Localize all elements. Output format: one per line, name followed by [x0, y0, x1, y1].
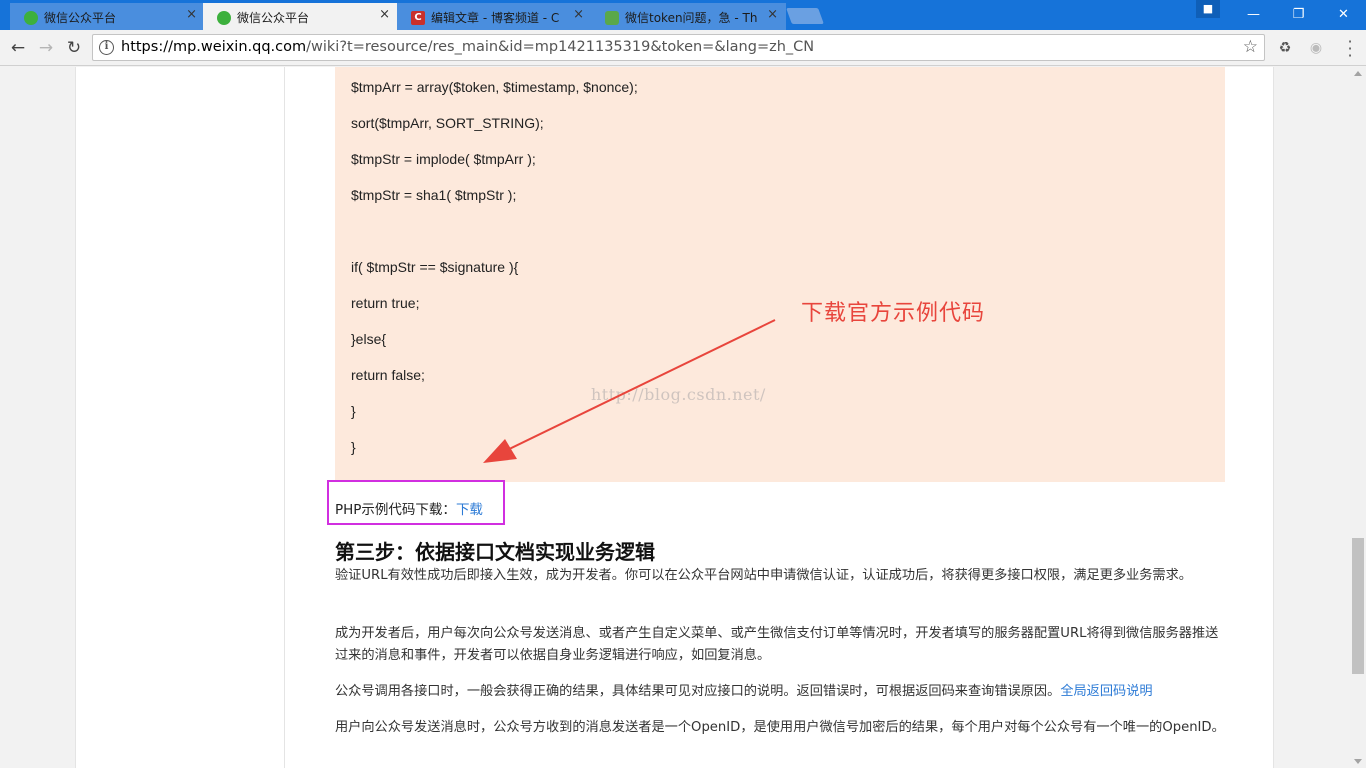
- code-line: }else{: [351, 331, 387, 347]
- forward-arrow-icon[interactable]: →: [34, 36, 58, 60]
- close-icon[interactable]: ×: [379, 8, 390, 22]
- paragraph-1: 验证URL有效性成功后即接入生效，成为开发者。你可以在公众平台网站中申请微信认证…: [335, 568, 1192, 583]
- tab-title: 编辑文章 - 博客频道 - C: [431, 11, 560, 25]
- new-tab-button[interactable]: [786, 8, 824, 24]
- code-line: $tmpArr = array($token, $timestamp, $non…: [351, 79, 638, 95]
- paragraph-2: 成为开发者后，用户每次向公众号发送消息、或者产生自定义菜单、或产生微信支付订单等…: [335, 626, 1219, 663]
- paragraph-4: 用户向公众号发送消息时，公众号方收到的消息发送者是一个OpenID，是使用用户微…: [335, 720, 1225, 735]
- paragraph-3-text: 公众号调用各接口时，一般会获得正确的结果，具体结果可见对应接口的说明。返回错误时…: [335, 684, 1061, 699]
- reload-icon[interactable]: ↻: [62, 36, 86, 60]
- tab-title: 微信token问题，急 - Th: [625, 11, 758, 25]
- vertical-scrollbar[interactable]: [1350, 67, 1366, 768]
- info-icon[interactable]: i: [99, 40, 114, 55]
- code-line: return false;: [351, 367, 425, 383]
- address-bar[interactable]: i https://mp.weixin.qq.com/wiki?t=resour…: [92, 34, 1265, 61]
- scroll-down-arrow-icon[interactable]: [1354, 759, 1362, 764]
- window-controls: — ❐ ✕: [1231, 0, 1366, 30]
- code-line: return true;: [351, 295, 420, 311]
- window-close-icon[interactable]: ✕: [1321, 0, 1366, 30]
- main-content: $tmpArr = array($token, $timestamp, $non…: [284, 67, 1274, 768]
- code-block: $tmpArr = array($token, $timestamp, $non…: [335, 67, 1225, 482]
- csdn-icon: C: [411, 10, 425, 25]
- close-icon[interactable]: ×: [186, 8, 197, 22]
- paragraph-3: 公众号调用各接口时，一般会获得正确的结果，具体结果可见对应接口的说明。返回错误时…: [335, 681, 1225, 703]
- code-line: $tmpStr = implode( $tmpArr );: [351, 151, 536, 167]
- annotation-text: 下载官方示例代码: [801, 301, 986, 326]
- back-arrow-icon[interactable]: ←: [6, 36, 30, 60]
- wechat-icon: [24, 10, 38, 25]
- download-row: PHP示例代码下载：下载: [335, 498, 483, 518]
- watermark: http://blog.csdn.net/: [591, 385, 766, 404]
- global-return-code-link[interactable]: 全局返回码说明: [1060, 684, 1152, 699]
- minimize-icon[interactable]: —: [1231, 0, 1276, 30]
- code-line: if( $tmpStr == $signature ){: [351, 259, 519, 275]
- extension-2-icon[interactable]: ◉: [1307, 40, 1325, 56]
- tab-4[interactable]: 微信token问题，急 - Th ×: [591, 3, 786, 30]
- page-viewport: $tmpArr = array($token, $timestamp, $non…: [0, 67, 1350, 768]
- menu-kebab-icon[interactable]: · · ·: [1345, 34, 1355, 64]
- extension-icon[interactable]: ♻: [1276, 40, 1294, 56]
- code-line: sort($tmpArr, SORT_STRING);: [351, 115, 544, 131]
- scroll-up-arrow-icon[interactable]: [1354, 71, 1362, 76]
- code-line: $tmpStr = sha1( $tmpStr );: [351, 187, 517, 203]
- address-url[interactable]: https://mp.weixin.qq.com/wiki?t=resource…: [121, 39, 814, 55]
- browser-titlebar: 微信公众平台 × 微信公众平台 × C 编辑文章 - 博客频道 - C × 微信…: [0, 0, 1366, 30]
- tab-3[interactable]: C 编辑文章 - 博客频道 - C ×: [397, 3, 592, 30]
- thinkphp-icon: [605, 10, 619, 25]
- browser-toolbar: ← → ↻ i https://mp.weixin.qq.com/wiki?t=…: [0, 30, 1366, 66]
- scrollbar-thumb[interactable]: [1352, 538, 1364, 674]
- wechat-icon: [217, 10, 231, 25]
- tab-title: 微信公众平台: [237, 11, 310, 25]
- tab-title: 微信公众平台: [44, 11, 117, 25]
- code-line: }: [351, 403, 356, 419]
- close-icon[interactable]: ×: [767, 8, 778, 22]
- close-icon[interactable]: ×: [573, 8, 584, 22]
- code-line: }: [351, 439, 356, 455]
- tab-2-active[interactable]: 微信公众平台 ×: [203, 3, 398, 30]
- section-title: 第三步：依据接口文档实现业务逻辑: [335, 540, 655, 564]
- tab-1[interactable]: 微信公众平台 ×: [10, 3, 205, 30]
- restore-icon[interactable]: ❐: [1276, 0, 1321, 30]
- download-label: PHP示例代码下载：: [335, 502, 456, 518]
- download-link[interactable]: 下载: [456, 502, 483, 518]
- profile-icon[interactable]: ■: [1196, 0, 1220, 18]
- bookmark-star-icon[interactable]: ☆: [1243, 37, 1258, 57]
- left-sidebar: [75, 67, 285, 768]
